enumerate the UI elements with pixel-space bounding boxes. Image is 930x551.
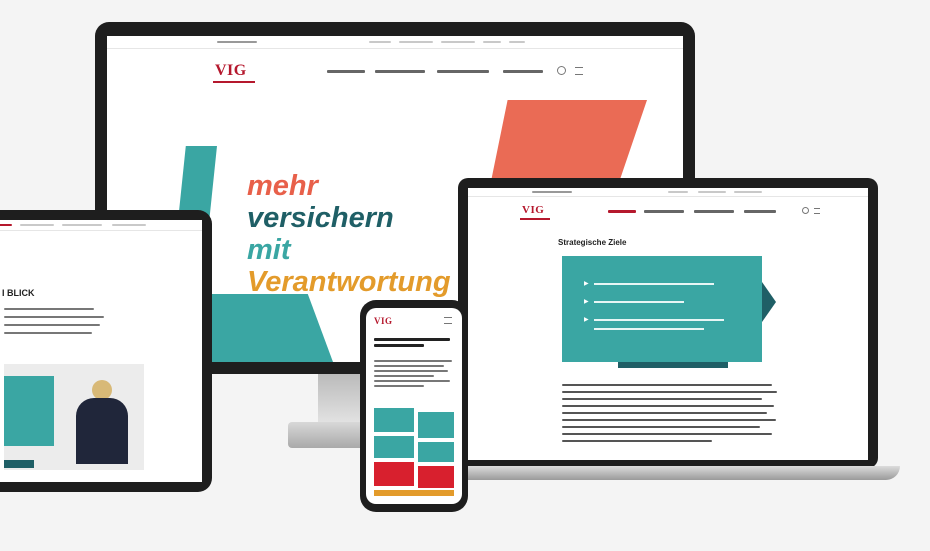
search-icon[interactable] [802, 207, 809, 214]
stat-tile-orange[interactable] [374, 490, 454, 496]
person-body [76, 398, 128, 464]
stat-tile[interactable] [418, 442, 454, 462]
top-bar-link[interactable] [509, 41, 525, 43]
tablet-screen: I BLICK [0, 220, 202, 482]
tablet-heading: I BLICK [2, 288, 35, 298]
top-bar-link[interactable] [369, 41, 391, 43]
nav-item[interactable] [694, 210, 734, 213]
goal-line [594, 301, 684, 303]
stat-tile-red[interactable] [418, 466, 454, 488]
more-button[interactable] [4, 460, 34, 468]
slogan-line-2: versichern [247, 202, 394, 234]
top-bar-link[interactable] [668, 191, 688, 193]
person-head [92, 380, 112, 400]
nav-item[interactable] [644, 210, 684, 213]
vig-logo[interactable]: VIG [522, 204, 544, 216]
play-triangle-icon: ▶ [584, 281, 589, 287]
phone-heading-lines [374, 338, 454, 347]
goals-box-arrow [762, 282, 776, 322]
nav-item[interactable] [62, 224, 102, 226]
nav-item[interactable] [437, 70, 489, 73]
hamburger-icon[interactable] [814, 208, 820, 214]
slogan-line-1: mehr [247, 170, 318, 202]
tablet-top-bar [0, 220, 202, 231]
desktop-top-bar [107, 36, 683, 49]
hamburger-icon[interactable] [444, 317, 452, 324]
smartphone: VIG [360, 300, 468, 512]
slogan-line-4: Verantwortung [247, 266, 451, 298]
laptop-top-bar [468, 188, 868, 197]
top-bar-link[interactable] [399, 41, 433, 43]
tablet: I BLICK [0, 210, 212, 492]
laptop: VIG Strategische Ziele ▶ ▶ ▶ [458, 178, 878, 468]
goal-line [594, 328, 704, 330]
vig-logo-tagline [213, 81, 255, 83]
nav-item[interactable] [375, 70, 425, 73]
vig-logo[interactable]: VIG [374, 316, 393, 326]
nav-item[interactable] [20, 224, 54, 226]
laptop-screen: VIG Strategische Ziele ▶ ▶ ▶ [468, 188, 868, 460]
goal-line [594, 283, 714, 285]
hamburger-icon[interactable] [575, 67, 583, 75]
nav-item[interactable] [744, 210, 776, 213]
laptop-base [430, 466, 900, 480]
goals-box: ▶ ▶ ▶ [562, 256, 762, 362]
stat-tile-red[interactable] [374, 462, 414, 486]
top-bar-link[interactable] [532, 191, 572, 193]
search-icon[interactable] [557, 66, 566, 75]
stat-tile[interactable] [418, 412, 454, 438]
play-triangle-icon: ▶ [584, 317, 589, 323]
hero-teal-shape-bottom [207, 294, 333, 362]
nav-item-active[interactable] [608, 210, 636, 213]
top-bar-link[interactable] [698, 191, 726, 193]
hero-slogan: mehr versichern mit Verantwortung [247, 170, 451, 298]
play-triangle-icon: ▶ [584, 299, 589, 305]
top-bar-link[interactable] [734, 191, 762, 193]
body-text-block [562, 384, 780, 454]
nav-item[interactable] [112, 224, 146, 226]
tablet-intro-text [4, 308, 104, 334]
vig-logo[interactable]: VIG [215, 62, 247, 80]
goal-line [594, 319, 724, 321]
top-bar-link[interactable] [217, 41, 257, 43]
teal-panel [4, 376, 54, 446]
nav-item[interactable] [327, 70, 365, 73]
stat-tile[interactable] [374, 436, 414, 458]
phone-screen: VIG [366, 308, 462, 504]
slogan-line-3: mit [247, 234, 291, 266]
phone-text [374, 360, 454, 387]
stat-tile[interactable] [374, 408, 414, 432]
nav-item[interactable] [503, 70, 543, 73]
vig-logo-tagline [520, 218, 550, 220]
tablet-image-card [4, 364, 144, 470]
nav-item-active[interactable] [0, 224, 12, 226]
goals-box-shadow [618, 362, 728, 368]
top-bar-link[interactable] [483, 41, 501, 43]
section-heading: Strategische Ziele [558, 238, 627, 247]
top-bar-link[interactable] [441, 41, 475, 43]
